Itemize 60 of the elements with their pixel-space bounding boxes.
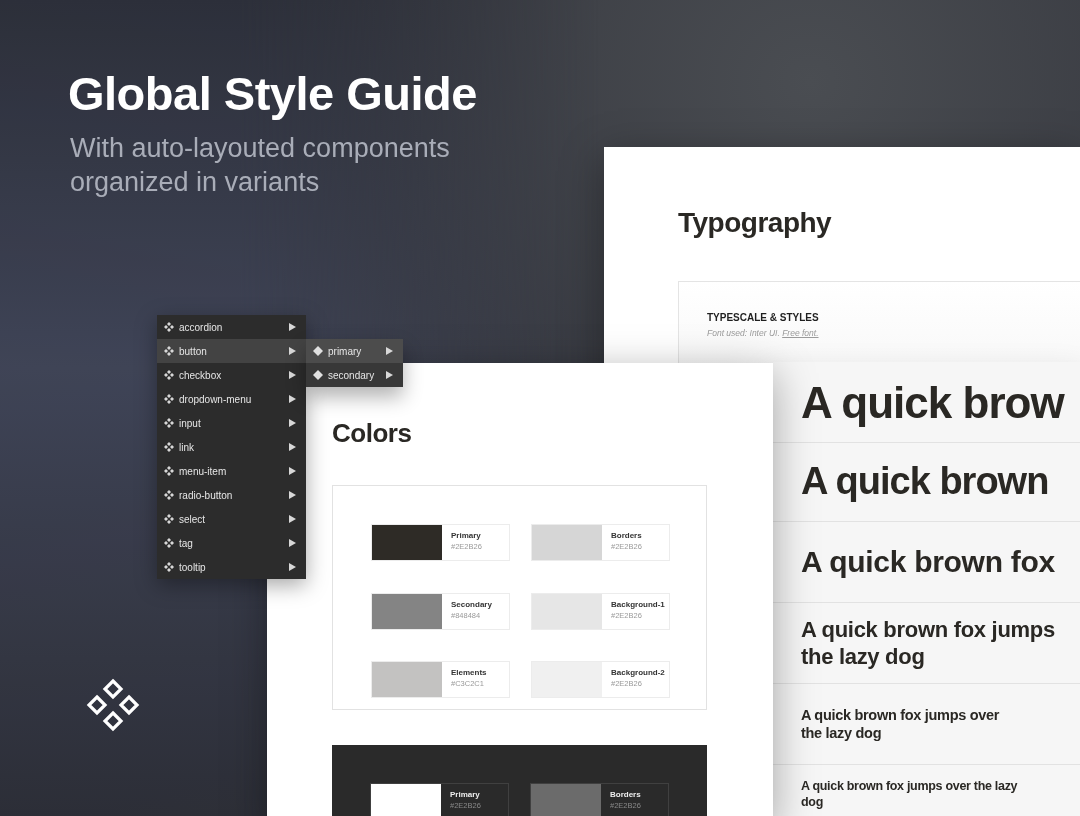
component-icon: [164, 538, 174, 548]
submenu-arrow-icon: [289, 491, 296, 499]
menu-item[interactable]: select: [157, 507, 306, 531]
section-title: Colors: [332, 418, 412, 449]
section-title: Typography: [678, 207, 832, 239]
submenu-arrow-icon: [289, 563, 296, 571]
submenu-arrow-icon: [289, 515, 296, 523]
menu-item[interactable]: checkbox: [157, 363, 306, 387]
menu-item[interactable]: tooltip: [157, 555, 306, 579]
page-subtitle: With auto-layouted components organized in variants: [70, 132, 451, 199]
menu-item[interactable]: accordion: [157, 315, 306, 339]
type-sample: A quick brown fox jumps over the lazy dog: [801, 705, 1000, 743]
menu-item[interactable]: secondary: [306, 363, 403, 387]
component-icon: [164, 466, 174, 476]
component-icon: [164, 442, 174, 452]
diamond-icon: [313, 346, 323, 356]
menu-item[interactable]: button: [157, 339, 306, 363]
type-sample: A quick brown fox: [801, 544, 1055, 581]
component-icon: [164, 514, 174, 524]
menu-item[interactable]: input: [157, 411, 306, 435]
color-name: Background-2: [611, 668, 665, 678]
submenu-arrow-icon: [289, 419, 296, 427]
submenu-arrow-icon: [289, 539, 296, 547]
component-icon: [164, 418, 174, 428]
submenu-arrow-icon: [289, 395, 296, 403]
component-icon: [164, 322, 174, 332]
type-sample: A quick brow: [801, 376, 1064, 429]
menu-item[interactable]: radio-button: [157, 483, 306, 507]
component-icon: [164, 562, 174, 572]
menu-item[interactable]: menu-item: [157, 459, 306, 483]
card-heading: TYPESCALE & STYLES: [707, 312, 820, 323]
component-icon: [164, 346, 174, 356]
component-icon: [164, 394, 174, 404]
submenu-arrow-icon: [386, 371, 393, 379]
color-name: Secondary: [451, 599, 492, 609]
submenu-arrow-icon: [386, 347, 393, 355]
submenu-arrow-icon: [289, 443, 296, 451]
font-note: Font used: Inter UI.: [707, 328, 780, 338]
page-title: Global Style Guide: [68, 66, 478, 121]
color-name: Elements: [451, 668, 487, 678]
component-icon: [164, 490, 174, 500]
color-name: Background-1: [611, 599, 665, 609]
color-name: Primary: [451, 531, 482, 540]
type-sample: A quick brown: [801, 459, 1049, 505]
submenu-arrow-icon: [289, 467, 296, 475]
diamond-logo-icon: [85, 677, 141, 733]
type-sample: A quick brown fox jumps the lazy dog: [801, 615, 1055, 671]
submenu-arrow-icon: [289, 347, 296, 355]
diamond-icon: [313, 370, 323, 380]
submenu-arrow-icon: [289, 371, 296, 379]
submenu-arrow-icon: [289, 323, 296, 331]
color-name: Borders: [611, 531, 642, 540]
menu-item[interactable]: primary: [306, 339, 403, 363]
component-icon: [164, 370, 174, 380]
color-name: Primary: [450, 790, 481, 799]
color-name: Borders: [610, 790, 641, 799]
menu-item[interactable]: dropdown-menu: [157, 387, 306, 411]
type-sample: A quick brown fox jumps over the lazy dog: [801, 779, 1018, 811]
menu-item[interactable]: link: [157, 435, 306, 459]
menu-item[interactable]: tag: [157, 531, 306, 555]
